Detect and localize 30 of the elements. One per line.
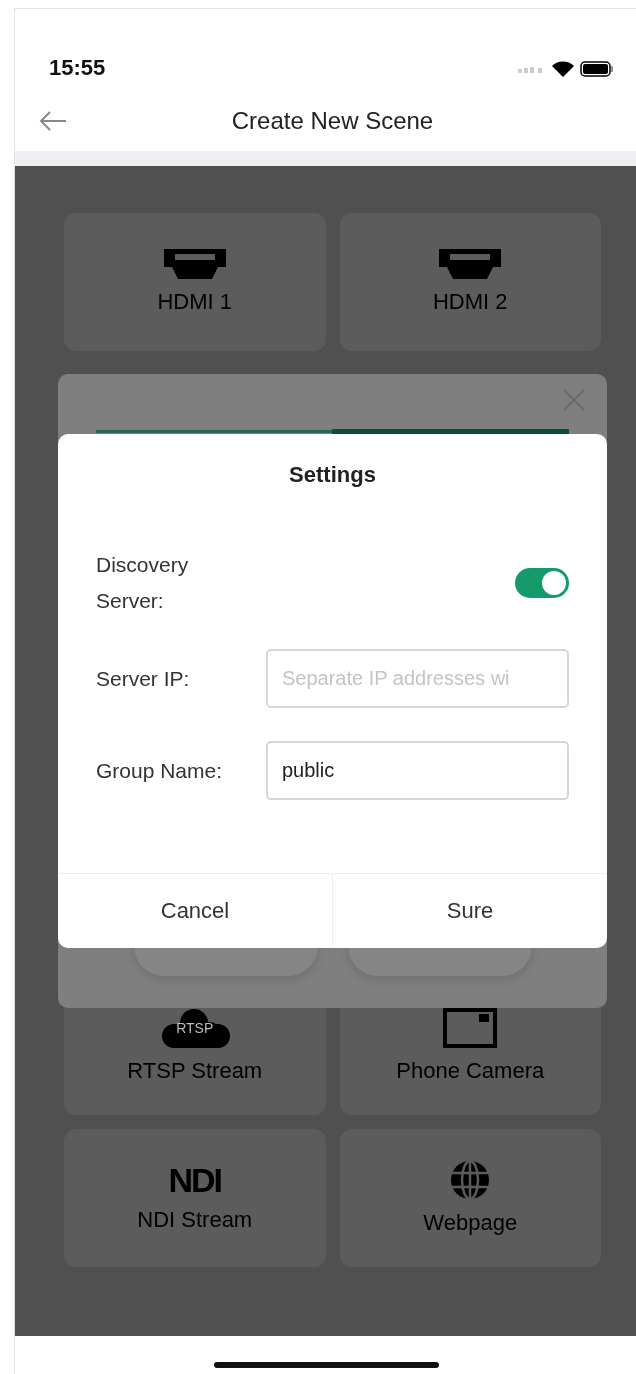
battery-icon [580, 61, 614, 77]
screen-icon [443, 1008, 498, 1048]
source-card[interactable]: HDMI 2 [339, 213, 601, 351]
card-label: RTSP Stream [127, 1058, 263, 1084]
dialog-button[interactable]: Sure [332, 874, 607, 948]
wifi-icon [552, 61, 574, 77]
input-field[interactable]: public [266, 741, 569, 800]
hdmi-port-icon [439, 249, 502, 279]
field-label: Discovery Server: [96, 552, 190, 614]
input-field[interactable]: Separate IP addresses wi [266, 649, 569, 708]
source-card[interactable]: NDI NDI Stream [64, 1129, 326, 1267]
field-label: Group Name: [96, 757, 224, 784]
dialog-title: Settings [288, 461, 377, 489]
dialog-button[interactable]: Cancel [58, 874, 332, 948]
card-label: Webpage [423, 1210, 518, 1236]
clock-time: 15:55 [49, 55, 106, 81]
source-card[interactable]: HDMI 1 [64, 213, 326, 351]
card-label: NDI Stream [137, 1207, 253, 1233]
hdmi-port-icon [163, 249, 226, 279]
card-label: HDMI 1 [157, 289, 233, 315]
ndi-logo: NDI [168, 1163, 222, 1197]
back-arrow-icon[interactable] [39, 111, 67, 131]
globe-icon [450, 1160, 491, 1200]
page-title: Create New Scene [231, 107, 434, 135]
toggle-switch[interactable] [515, 568, 569, 598]
source-card[interactable]: Webpage [339, 1129, 601, 1267]
cloud-icon: RTSP [159, 1008, 230, 1048]
card-label: Phone Camera [396, 1058, 545, 1084]
field-label: Server IP: [96, 665, 191, 692]
card-label: HDMI 2 [432, 289, 508, 315]
